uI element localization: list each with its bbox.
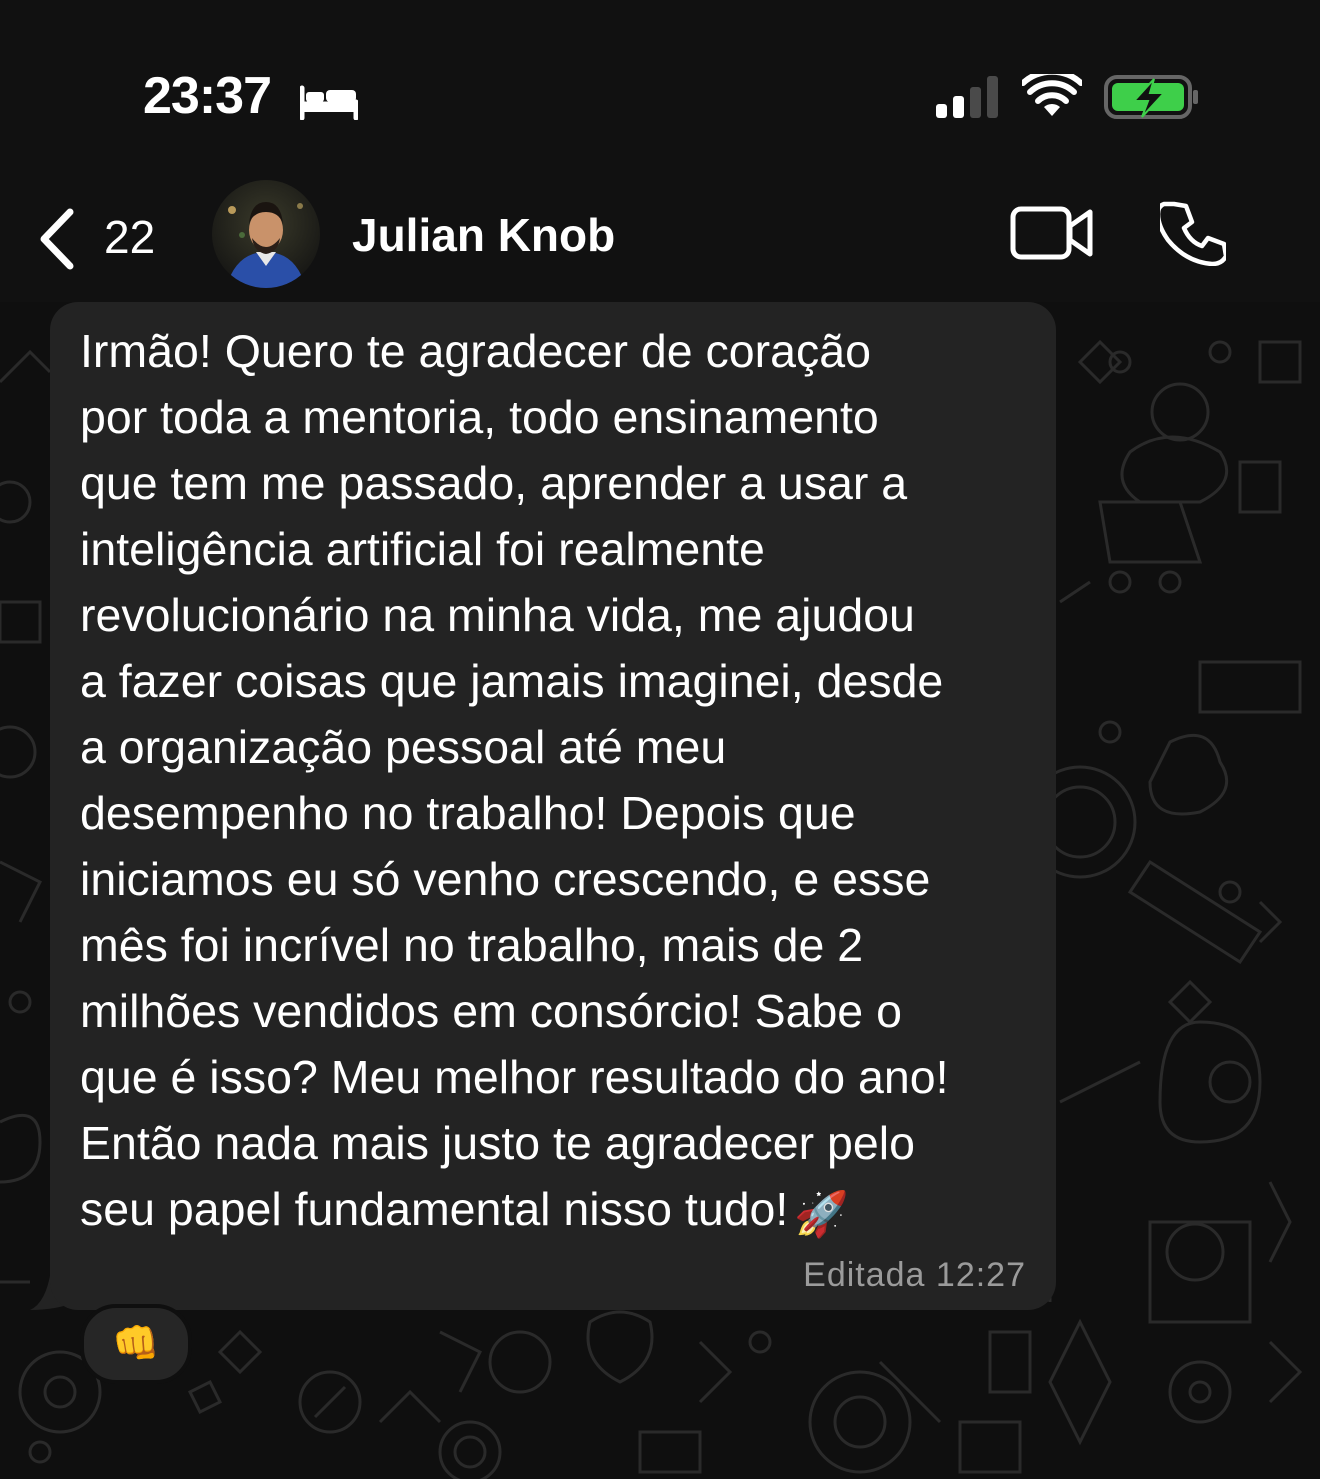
contact-name[interactable]: Julian Knob	[352, 208, 615, 262]
chevron-left-icon[interactable]	[36, 208, 76, 270]
bed-icon	[300, 85, 358, 120]
phone-icon[interactable]	[1160, 200, 1226, 266]
rocket-emoji: 🚀	[794, 1190, 850, 1239]
cellular-signal-icon	[936, 76, 998, 118]
battery-charging-icon	[1104, 75, 1198, 119]
avatar[interactable]	[212, 180, 320, 288]
wifi-icon	[1022, 74, 1082, 116]
status-bar: 23:37	[0, 0, 1320, 150]
status-time: 23:37	[143, 67, 272, 125]
unread-count[interactable]: 22	[104, 210, 155, 264]
message-edited-time: Editada 12:27	[803, 1256, 1026, 1294]
reaction-badge[interactable]: 👊	[80, 1304, 192, 1384]
fist-emoji: 👊	[112, 1323, 160, 1365]
chat-header: 22 Julian Knob	[0, 150, 1320, 302]
chat-screen: 23:37 22 Julian Knob Irmão! Quero te agr…	[0, 0, 1320, 1479]
video-camera-icon[interactable]	[1010, 204, 1094, 262]
message-text: Irmão! Quero te agradecer de coração por…	[80, 318, 1050, 1248]
message-body: Irmão! Quero te agradecer de coração por…	[80, 325, 949, 1235]
